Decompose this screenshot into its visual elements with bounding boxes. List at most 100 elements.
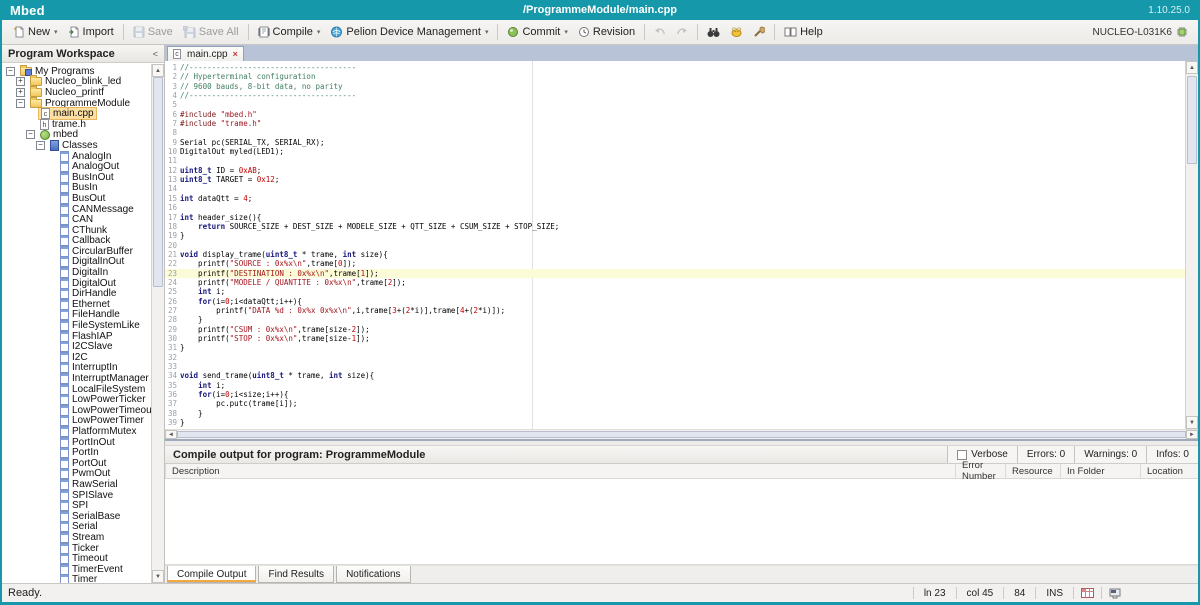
code-line-11[interactable]: 11 <box>165 156 1185 165</box>
error-table-toggle[interactable] <box>1073 587 1101 599</box>
tab-find-results[interactable]: Find Results <box>258 566 334 583</box>
tree-node[interactable]: SPI <box>58 500 90 511</box>
tree-node[interactable]: CThunk <box>58 225 109 236</box>
tree-item-localfilesystem[interactable]: LocalFileSystem <box>2 384 151 395</box>
line-number[interactable]: 16 <box>165 203 180 212</box>
code-line-20[interactable]: 20 <box>165 241 1185 250</box>
scrollbar-thumb[interactable] <box>177 431 1186 438</box>
tree-item-flashiap[interactable]: FlashIAP <box>2 331 151 342</box>
collapse-node-icon[interactable]: − <box>26 130 35 139</box>
scrollbar-track[interactable] <box>177 430 1186 439</box>
code-line-21[interactable]: 21void display_trame(uint8_t * trame, in… <box>165 250 1185 259</box>
tree-node[interactable]: LowPowerTimer <box>58 415 146 426</box>
tree-item-my-programs[interactable]: −My Programs <box>2 66 151 77</box>
find-button[interactable] <box>702 25 725 40</box>
column-resource[interactable]: Resource <box>1005 464 1060 478</box>
tree-item-canmessage[interactable]: CANMessage <box>2 204 151 215</box>
line-number[interactable]: 21 <box>165 250 180 259</box>
tree-item-digitalin[interactable]: DigitalIn <box>2 267 151 278</box>
code-line-29[interactable]: 29 printf("CSUM : 0x%x\n",trame[size-2])… <box>165 325 1185 334</box>
scroll-right-button[interactable]: ► <box>1186 430 1198 439</box>
line-number[interactable]: 32 <box>165 353 180 362</box>
help-button[interactable]: Help <box>779 24 828 40</box>
line-number[interactable]: 9 <box>165 138 180 147</box>
scrollbar-track[interactable] <box>1186 74 1198 416</box>
code-line-9[interactable]: 9Serial pc(SERIAL_TX, SERIAL_RX); <box>165 138 1185 147</box>
code-line-34[interactable]: 34void send_trame(uint8_t * trame, int s… <box>165 371 1185 380</box>
line-number[interactable]: 13 <box>165 175 180 184</box>
scroll-up-button[interactable]: ▲ <box>152 64 164 77</box>
device-selector[interactable]: NUCLEO-L031K6 <box>1093 26 1192 38</box>
line-number[interactable]: 23 <box>165 269 180 278</box>
save-all-button[interactable]: Save All <box>178 24 244 40</box>
tree-node[interactable]: PwmOut <box>58 468 112 479</box>
code-line-38[interactable]: 38 } <box>165 409 1185 418</box>
line-number[interactable]: 6 <box>165 110 180 119</box>
collapse-node-icon[interactable]: − <box>16 99 25 108</box>
code-line-12[interactable]: 12uint8_t ID = 0xAB; <box>165 166 1185 175</box>
line-number[interactable]: 27 <box>165 306 180 315</box>
code-line-14[interactable]: 14 <box>165 184 1185 193</box>
tree-node[interactable]: LowPowerTicker <box>58 394 148 405</box>
tree-node[interactable]: LowPowerTimeout <box>58 405 151 416</box>
code-line-39[interactable]: 39} <box>165 418 1185 427</box>
tree-node[interactable]: AnalogOut <box>58 161 121 172</box>
tree-node[interactable]: BusIn <box>58 182 100 193</box>
scrollbar-track[interactable] <box>152 77 164 570</box>
tree-item-i2c[interactable]: I2C <box>2 352 151 363</box>
scroll-down-button[interactable]: ▼ <box>152 570 164 583</box>
line-number[interactable]: 29 <box>165 325 180 334</box>
tree-item-lowpowertimeout[interactable]: LowPowerTimeout <box>2 405 151 416</box>
tree-node[interactable]: InterruptIn <box>58 362 120 373</box>
tree-item-analogout[interactable]: AnalogOut <box>2 161 151 172</box>
tree-item-stream[interactable]: Stream <box>2 532 151 543</box>
tree-node[interactable]: PortInOut <box>58 437 117 448</box>
line-number[interactable]: 31 <box>165 343 180 352</box>
code-line-27[interactable]: 27 printf("DATA %d : 0x%x 0x%x\n",i,tram… <box>165 306 1185 315</box>
collapse-sidebar-button[interactable]: < <box>153 49 158 59</box>
collapse-node-icon[interactable]: − <box>6 67 15 76</box>
line-number[interactable]: 19 <box>165 231 180 240</box>
tree-item-nucleo-blink-led[interactable]: +Nucleo_blink_led <box>2 77 151 88</box>
tree-node[interactable]: Stream <box>58 532 106 543</box>
scrollbar-thumb[interactable] <box>1187 76 1197 164</box>
tree-item-businout[interactable]: BusInOut <box>2 172 151 183</box>
tree-item-portout[interactable]: PortOut <box>2 458 151 469</box>
tree-node[interactable]: SerialBase <box>58 511 122 522</box>
code-line-26[interactable]: 26 for(i=0;i<dataQtt;i++){ <box>165 297 1185 306</box>
tree-item-cthunk[interactable]: CThunk <box>2 225 151 236</box>
code-line-37[interactable]: 37 pc.putc(trame[i]); <box>165 399 1185 408</box>
code-line-3[interactable]: 3// 9600 bauds, 8-bit data, no parity <box>165 82 1185 91</box>
tree-node[interactable]: RawSerial <box>58 479 120 490</box>
tree-item-pwmout[interactable]: PwmOut <box>2 469 151 480</box>
format-code-button[interactable] <box>725 24 748 40</box>
tree-node[interactable]: I2C <box>58 352 90 363</box>
undo-button[interactable] <box>649 25 671 39</box>
import-button[interactable]: Import <box>63 24 119 40</box>
tree-node[interactable]: htrame.h <box>38 119 88 130</box>
code-line-8[interactable]: 8 <box>165 128 1185 137</box>
tree-node[interactable]: PortIn <box>58 447 101 458</box>
line-number[interactable]: 7 <box>165 119 180 128</box>
tree-node[interactable]: DigitalOut <box>58 278 118 289</box>
tree-node[interactable]: PlatformMutex <box>58 426 138 437</box>
code-line-6[interactable]: 6#include "mbed.h" <box>165 110 1185 119</box>
tree-node[interactable]: Serial <box>58 521 100 532</box>
tree-item-digitalout[interactable]: DigitalOut <box>2 278 151 289</box>
tree-node[interactable]: PortOut <box>58 458 108 469</box>
code-line-10[interactable]: 10DigitalOut myled(LED1); <box>165 147 1185 156</box>
line-number[interactable]: 33 <box>165 362 180 371</box>
tree-node[interactable]: mbed <box>38 129 80 140</box>
code-line-2[interactable]: 2// Hyperterminal configuration <box>165 72 1185 81</box>
tree-item-busout[interactable]: BusOut <box>2 193 151 204</box>
column-description[interactable]: Description <box>165 464 955 478</box>
tree-item-platformmutex[interactable]: PlatformMutex <box>2 426 151 437</box>
tree-node[interactable]: Nucleo_blink_led <box>28 76 123 87</box>
tree-node[interactable]: DirHandle <box>58 288 118 299</box>
line-number[interactable]: 38 <box>165 409 180 418</box>
line-number[interactable]: 20 <box>165 241 180 250</box>
tree-node[interactable]: FileHandle <box>58 309 122 320</box>
tree-item-portinout[interactable]: PortInOut <box>2 437 151 448</box>
line-number[interactable]: 14 <box>165 184 180 193</box>
tab-notifications[interactable]: Notifications <box>336 566 410 583</box>
